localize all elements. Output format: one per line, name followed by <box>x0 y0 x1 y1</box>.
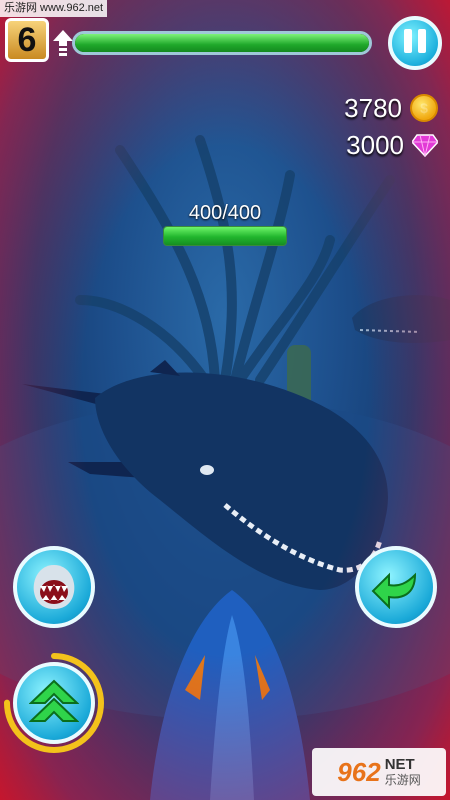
gem-icon <box>412 134 438 157</box>
level-up-arrow-icon <box>53 30 73 56</box>
enemy-health-bar-fill <box>164 227 286 245</box>
bite-button[interactable] <box>13 546 95 628</box>
coins-value: 3780 <box>344 92 402 123</box>
double-up-arrow-icon <box>29 679 79 722</box>
gems-value: 3000 <box>346 129 404 160</box>
watermark-number: 962 <box>337 756 381 787</box>
turn-back-arrow-icon <box>371 572 417 609</box>
level-number: 6 <box>17 20 37 59</box>
gems-counter: 3000 <box>346 128 438 162</box>
boost-button[interactable] <box>13 662 95 744</box>
coin-icon: $ <box>410 94 438 122</box>
watermark-net: NET <box>384 756 415 773</box>
seaweed <box>75 135 395 385</box>
site-logo-watermark: 962 NET 乐游网 <box>312 748 446 796</box>
enemy-health-bar <box>163 226 287 246</box>
shark-jaws-icon <box>33 565 75 609</box>
site-watermark: 乐游网 www.962.net <box>0 0 108 17</box>
turn-button[interactable] <box>355 546 437 628</box>
game-scene: 乐游网 www.962.net 6 3780 $ 3000 400/400 96… <box>0 0 450 800</box>
watermark-chinese: 乐游网 <box>384 773 421 787</box>
coins-counter: 3780 $ <box>344 91 438 125</box>
distant-whale <box>352 295 450 343</box>
pause-icon <box>401 28 429 58</box>
enemy-health-text: 400/400 <box>188 202 262 224</box>
pause-button[interactable] <box>388 16 442 70</box>
experience-bar <box>72 31 372 55</box>
experience-bar-fill <box>75 34 369 52</box>
level-badge: 6 <box>5 18 49 62</box>
